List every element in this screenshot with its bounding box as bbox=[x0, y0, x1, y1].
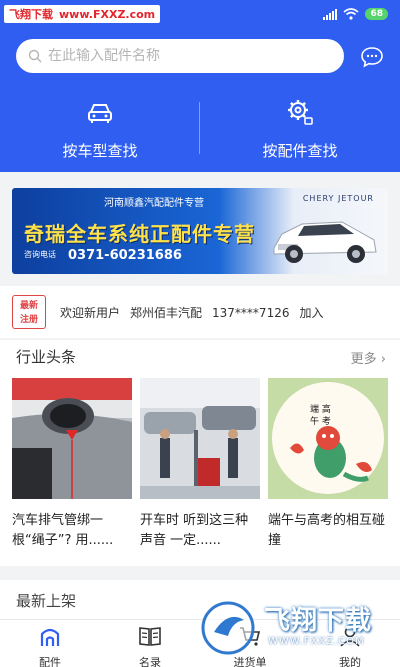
watermark-brand: 飞翔下载 bbox=[9, 8, 53, 21]
news-caption: 开车时 听到这三种声音 一定...... bbox=[140, 513, 249, 548]
latest-section-title: 最新上架 bbox=[16, 592, 77, 610]
find-by-model-button[interactable]: 按车型查找 bbox=[0, 98, 200, 161]
tab-label: 配件 bbox=[39, 656, 61, 667]
new-register-badge: 最新 注册 bbox=[12, 295, 46, 329]
wifi-icon bbox=[343, 8, 359, 20]
ticker-phone: 137****7126 bbox=[212, 306, 290, 320]
news-card[interactable]: 端 高 午 考 端午与高考的相互碰撞 bbox=[268, 378, 388, 551]
gear-icon bbox=[288, 100, 313, 125]
search-input[interactable] bbox=[48, 48, 318, 64]
news-card[interactable]: 开车时 听到这三种声音 一定...... bbox=[140, 378, 260, 551]
ticker-action: 加入 bbox=[299, 306, 324, 320]
watermark-url: www.FXXZ.com bbox=[59, 8, 156, 21]
industry-news-section: 行业头条 更多 › 汽车排气管绑一根“绳子”? 用...... 开车时 听到这三… bbox=[0, 340, 400, 566]
news-image-exhaust bbox=[12, 378, 132, 499]
find-by-model-label: 按车型查找 bbox=[62, 142, 138, 160]
tab-directory[interactable]: 名录 bbox=[100, 620, 200, 667]
promo-banner[interactable]: 河南顺鑫汽配配件专营 CHERY JETOUR 奇瑞全车系纯正配件专营 咨询电话… bbox=[12, 188, 388, 274]
status-icons: 68 bbox=[323, 8, 388, 20]
status-bar: 飞翔下载 www.FXXZ.com 68 bbox=[0, 0, 400, 28]
news-section-title: 行业头条 bbox=[16, 348, 77, 366]
chevron-right-icon: › bbox=[380, 352, 386, 367]
watermark-overlay-url: WWW.FXXZ.COM bbox=[268, 636, 365, 647]
watermark-overlay: 飞翔下载 WWW.FXXZ.COM bbox=[198, 598, 388, 658]
battery-icon: 68 bbox=[365, 8, 388, 20]
banner-header: 河南顺鑫汽配配件专营 bbox=[104, 198, 204, 209]
watermark-logo-icon bbox=[201, 601, 255, 655]
header-area: 飞翔下载 www.FXXZ.com 68 按车型查找 按配件查找 bbox=[0, 0, 400, 172]
message-icon[interactable] bbox=[360, 46, 384, 68]
more-link[interactable]: 更多 › bbox=[351, 348, 386, 367]
search-icon bbox=[28, 49, 42, 63]
news-card[interactable]: 汽车排气管绑一根“绳子”? 用...... bbox=[12, 378, 132, 551]
signal-icon bbox=[323, 8, 338, 20]
tab-parts[interactable]: 配件 bbox=[0, 620, 100, 667]
suv-image bbox=[273, 221, 377, 263]
find-by-part-button[interactable]: 按配件查找 bbox=[200, 98, 400, 161]
badge-line-1: 最新 bbox=[19, 301, 38, 311]
banner-phone: 0371-60231686 bbox=[68, 248, 182, 263]
news-image-garage bbox=[140, 378, 260, 499]
svg-text:端 高: 端 高 bbox=[310, 403, 331, 415]
more-label: 更多 bbox=[350, 352, 377, 367]
banner-headline: 奇瑞全车系纯正配件专营 bbox=[24, 222, 255, 246]
news-caption: 端午与高考的相互碰撞 bbox=[268, 513, 386, 548]
find-by-part-label: 按配件查找 bbox=[262, 142, 338, 160]
banner-logos: CHERY JETOUR bbox=[302, 194, 374, 203]
ticker-welcome: 欢迎新用户 bbox=[60, 306, 121, 320]
ticker-text: 欢迎新用户 郑州佰丰汽配 137****7126 加入 bbox=[60, 304, 334, 321]
news-caption: 汽车排气管绑一根“绳子”? 用...... bbox=[12, 513, 114, 548]
search-bar[interactable] bbox=[16, 39, 344, 73]
home-icon bbox=[40, 628, 60, 646]
svg-text:午 考: 午 考 bbox=[310, 415, 331, 427]
car-icon bbox=[88, 104, 112, 123]
ticker-company: 郑州佰丰汽配 bbox=[130, 306, 203, 320]
new-user-ticker[interactable]: 最新 注册 欢迎新用户 郑州佰丰汽配 137****7126 加入 bbox=[0, 286, 400, 338]
book-icon bbox=[139, 627, 161, 646]
phone-label: 咨询电话 bbox=[24, 250, 56, 259]
watermark-overlay-text: 飞翔下载 bbox=[264, 606, 373, 636]
badge-line-2: 注册 bbox=[19, 315, 38, 325]
watermark: 飞翔下载 www.FXXZ.com bbox=[4, 5, 161, 23]
news-image-dragon: 端 高 午 考 bbox=[268, 378, 388, 499]
tab-label: 名录 bbox=[139, 656, 161, 667]
